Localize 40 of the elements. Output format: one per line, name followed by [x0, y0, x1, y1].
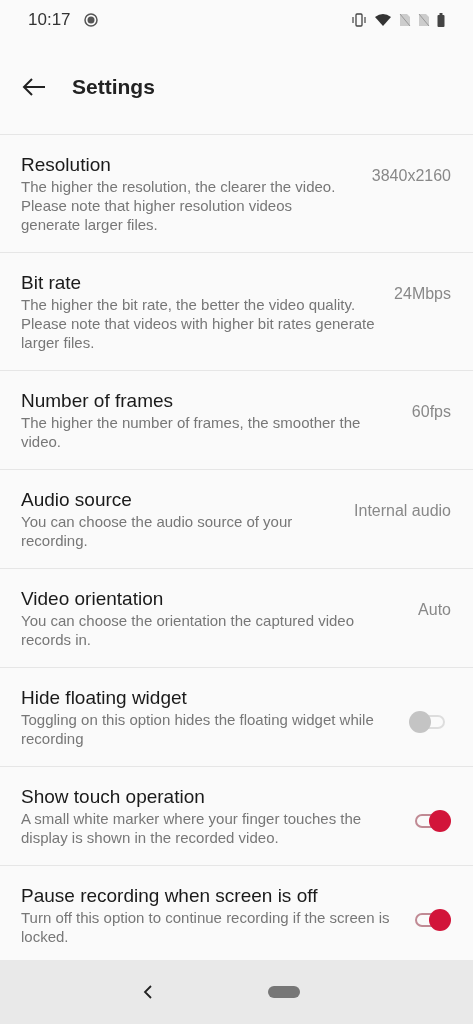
setting-description: You can choose the audio source of your recording. — [21, 512, 294, 550]
setting-description: The higher the number of frames, the smoother the video. — [21, 413, 362, 451]
setting-row[interactable]: Pause recording when screen is off Turn off this option to continue recording if the screen is locked. — [0, 866, 473, 960]
battery-icon — [437, 13, 445, 27]
setting-title: Number of frames — [21, 389, 175, 413]
back-icon[interactable] — [143, 985, 153, 999]
setting-value: Internal audio — [354, 502, 451, 520]
record-icon — [83, 13, 98, 27]
setting-row[interactable]: Hide floating widget Toggling on this option hides the floating widget while recording — [0, 668, 473, 767]
setting-title: Audio source — [21, 488, 133, 512]
setting-description: Turn off this option to continue recording if the screen is locked. — [21, 908, 391, 946]
setting-description: A small white marker where your finger touches the display is shown in the recorded video. — [21, 809, 363, 847]
home-pill[interactable] — [268, 986, 300, 998]
setting-value: 3840x2160 — [371, 167, 451, 185]
setting-title: Resolution — [21, 153, 112, 177]
setting-value: 60fps — [411, 403, 451, 421]
setting-description: You can choose the orientation the captured video records in. — [21, 611, 356, 649]
setting-title: Video orientation — [21, 587, 165, 611]
back-arrow-icon[interactable] — [22, 77, 46, 97]
setting-value: 24Mbps — [394, 285, 451, 303]
setting-row[interactable]: Video orientation You can choose the orientation the captured video records in. Auto — [0, 569, 473, 668]
no-sim-icon — [399, 13, 411, 27]
setting-title: Pause recording when screen is off — [21, 884, 319, 908]
status-time: 10:17 — [28, 10, 71, 30]
vibrate-icon — [351, 13, 367, 27]
setting-description: The higher the bit rate, the better the video quality. Please note that videos with higher bit rates generate larger files. — [21, 295, 376, 352]
setting-row[interactable]: Resolution The higher the resolution, the clearer the video. Please note that higher resolution videos generate larger files. 3840x2160 — [0, 135, 473, 253]
setting-row[interactable]: Number of frames The higher the number of frames, the smoother the video. 60fps — [0, 371, 473, 470]
setting-title: Show touch operation — [21, 785, 206, 809]
setting-row[interactable]: Audio source You can choose the audio source of your recording. Internal audio — [0, 470, 473, 569]
setting-title: Bit rate — [21, 271, 83, 295]
wifi-icon — [374, 13, 392, 27]
setting-description: Toggling on this option hides the floating widget while recording — [21, 710, 375, 748]
setting-row[interactable]: Show touch operation A small white marker where your finger touches the display is shown in the recorded video. — [0, 767, 473, 866]
no-sim-icon — [418, 13, 430, 27]
setting-title: Hide floating widget — [21, 686, 188, 710]
setting-value: Auto — [418, 601, 451, 619]
page-title: Settings — [72, 75, 155, 99]
setting-row[interactable]: Bit rate The higher the bit rate, the better the video quality. Please note that videos with higher bit rates generate larger files. 24Mbps — [0, 253, 473, 371]
setting-description: The higher the resolution, the clearer the video. Please note that higher resolution videos generate larger files. — [21, 177, 337, 234]
